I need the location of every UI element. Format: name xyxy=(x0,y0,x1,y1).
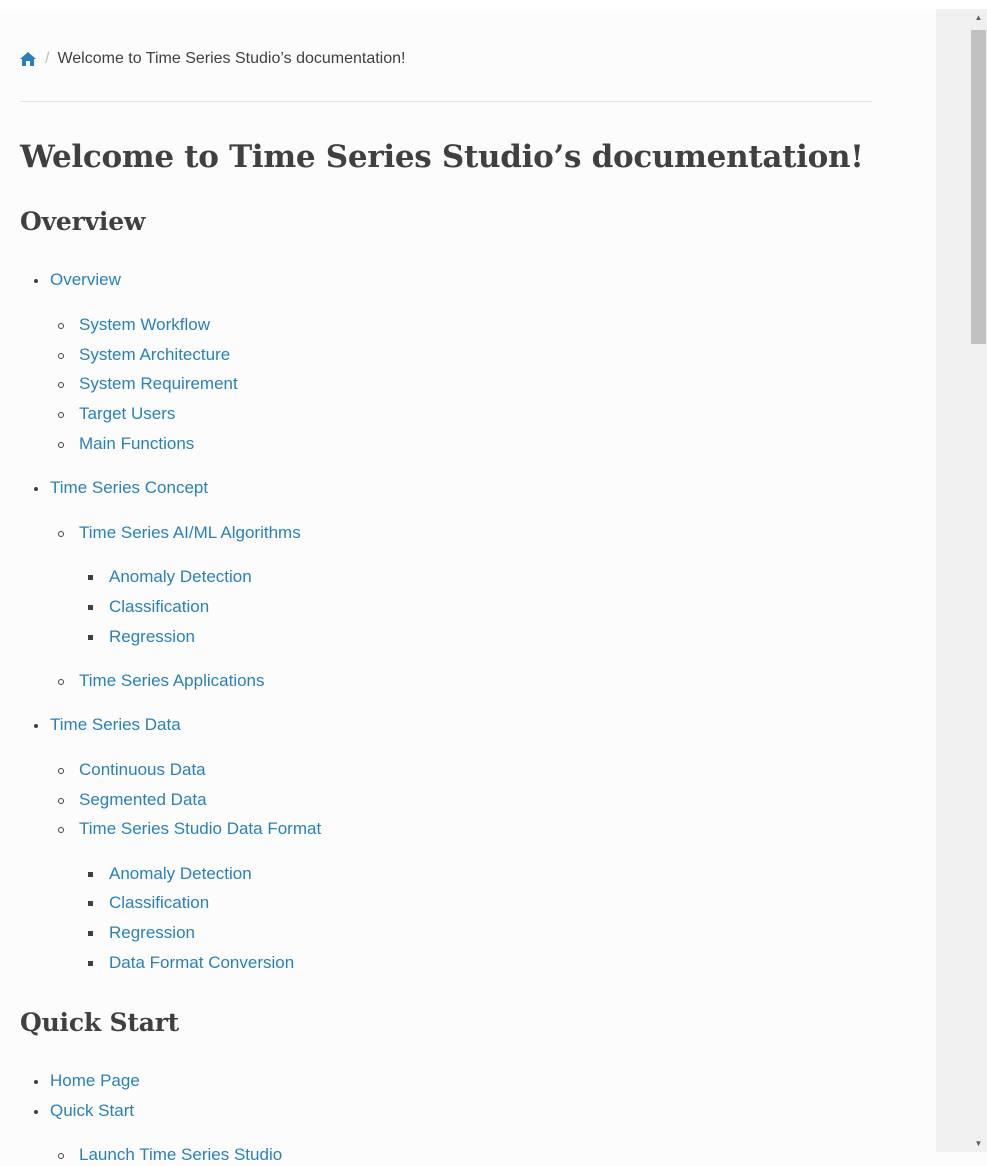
toc-link-overview[interactable]: Overview xyxy=(50,270,121,289)
breadcrumb-current: Welcome to Time Series Studio’s document… xyxy=(57,50,406,67)
list-item: System Architecture xyxy=(58,344,230,366)
toc-link-time-series-concept[interactable]: Time Series Concept xyxy=(50,478,208,497)
bullet xyxy=(58,1153,64,1159)
list-item: Regression xyxy=(88,922,195,944)
toc-link-continuous-data[interactable]: Continuous Data xyxy=(79,760,206,779)
list-item: Quick Start xyxy=(34,1100,134,1122)
toc-link-ai-ml-algorithms[interactable]: Time Series AI/ML Algorithms xyxy=(79,523,301,542)
bullet xyxy=(34,724,38,728)
list-item: Segmented Data xyxy=(58,789,207,811)
bullet xyxy=(58,768,64,774)
bullet xyxy=(58,412,64,418)
scrollbar-thumb[interactable] xyxy=(971,30,986,344)
toc-link-system-architecture[interactable]: System Architecture xyxy=(79,345,230,364)
bullet xyxy=(34,487,38,491)
list-item: Time Series Data xyxy=(34,714,181,736)
list-item: Data Format Conversion xyxy=(88,952,294,974)
toc-link-quick-start[interactable]: Quick Start xyxy=(50,1101,134,1120)
toc-link-main-functions[interactable]: Main Functions xyxy=(79,434,194,453)
scroll-up-arrow-icon[interactable]: ▲ xyxy=(970,9,987,26)
toc-link-time-series-applications[interactable]: Time Series Applications xyxy=(79,671,265,690)
section-heading-quick-start: Quick Start xyxy=(20,1008,180,1037)
scroll-down-arrow-icon[interactable]: ▼ xyxy=(970,1135,987,1152)
bullet xyxy=(58,798,64,804)
toc-link-system-requirement[interactable]: System Requirement xyxy=(79,374,238,393)
section-heading-overview: Overview xyxy=(20,207,146,236)
toc-link-data-format-conversion[interactable]: Data Format Conversion xyxy=(109,953,294,972)
toc-link-regression[interactable]: Regression xyxy=(109,627,195,646)
bullet xyxy=(58,323,64,329)
bullet xyxy=(88,931,93,936)
list-item: Main Functions xyxy=(58,433,194,455)
list-item: Continuous Data xyxy=(58,759,206,781)
list-item: Anomaly Detection xyxy=(88,566,252,588)
bullet xyxy=(88,635,93,640)
top-strip xyxy=(0,0,987,9)
bullet xyxy=(88,901,93,906)
breadcrumb-separator: / xyxy=(45,50,50,67)
bullet xyxy=(34,279,38,283)
bullet xyxy=(58,827,64,833)
toc-link-regression-format[interactable]: Regression xyxy=(109,923,195,942)
list-item: Target Users xyxy=(58,403,175,425)
list-item: Launch Time Series Studio xyxy=(58,1144,282,1166)
list-item: Classification xyxy=(88,596,209,618)
toc-link-classification-format[interactable]: Classification xyxy=(109,893,209,912)
divider xyxy=(20,101,872,102)
bullet xyxy=(34,1110,38,1114)
toc-link-segmented-data[interactable]: Segmented Data xyxy=(79,790,207,809)
bullet xyxy=(58,382,64,388)
toc-link-home-page[interactable]: Home Page xyxy=(50,1071,140,1090)
list-item: Classification xyxy=(88,892,209,914)
bullet xyxy=(88,872,93,877)
list-item: Regression xyxy=(88,626,195,648)
home-icon[interactable] xyxy=(20,52,36,66)
bullet xyxy=(58,679,64,685)
toc-link-data-format[interactable]: Time Series Studio Data Format xyxy=(79,819,321,838)
list-item: System Workflow xyxy=(58,314,210,336)
toc-link-target-users[interactable]: Target Users xyxy=(79,404,175,423)
toc-link-system-workflow[interactable]: System Workflow xyxy=(79,315,210,334)
bullet xyxy=(58,353,64,359)
toc-link-anomaly-detection-format[interactable]: Anomaly Detection xyxy=(109,864,252,883)
toc-link-launch[interactable]: Launch Time Series Studio xyxy=(79,1145,282,1164)
breadcrumb: / Welcome to Time Series Studio’s docume… xyxy=(20,47,405,71)
toc-link-time-series-data[interactable]: Time Series Data xyxy=(50,715,181,734)
bullet xyxy=(88,575,93,580)
bullet xyxy=(34,1080,38,1084)
list-item: System Requirement xyxy=(58,373,238,395)
bullet xyxy=(58,531,64,537)
list-item: Time Series Concept xyxy=(34,477,208,499)
list-item: Home Page xyxy=(34,1070,140,1092)
list-item: Time Series Studio Data Format xyxy=(58,818,321,840)
bullet xyxy=(58,442,64,448)
list-item: Time Series AI/ML Algorithms xyxy=(58,522,301,544)
bullet xyxy=(88,605,93,610)
list-item: Time Series Applications xyxy=(58,670,265,692)
list-item: Overview xyxy=(34,269,121,291)
page-title: Welcome to Time Series Studio’s document… xyxy=(20,139,864,175)
toc-link-anomaly-detection[interactable]: Anomaly Detection xyxy=(109,567,252,586)
bullet xyxy=(88,961,93,966)
toc-link-classification[interactable]: Classification xyxy=(109,597,209,616)
list-item: Anomaly Detection xyxy=(88,863,252,885)
